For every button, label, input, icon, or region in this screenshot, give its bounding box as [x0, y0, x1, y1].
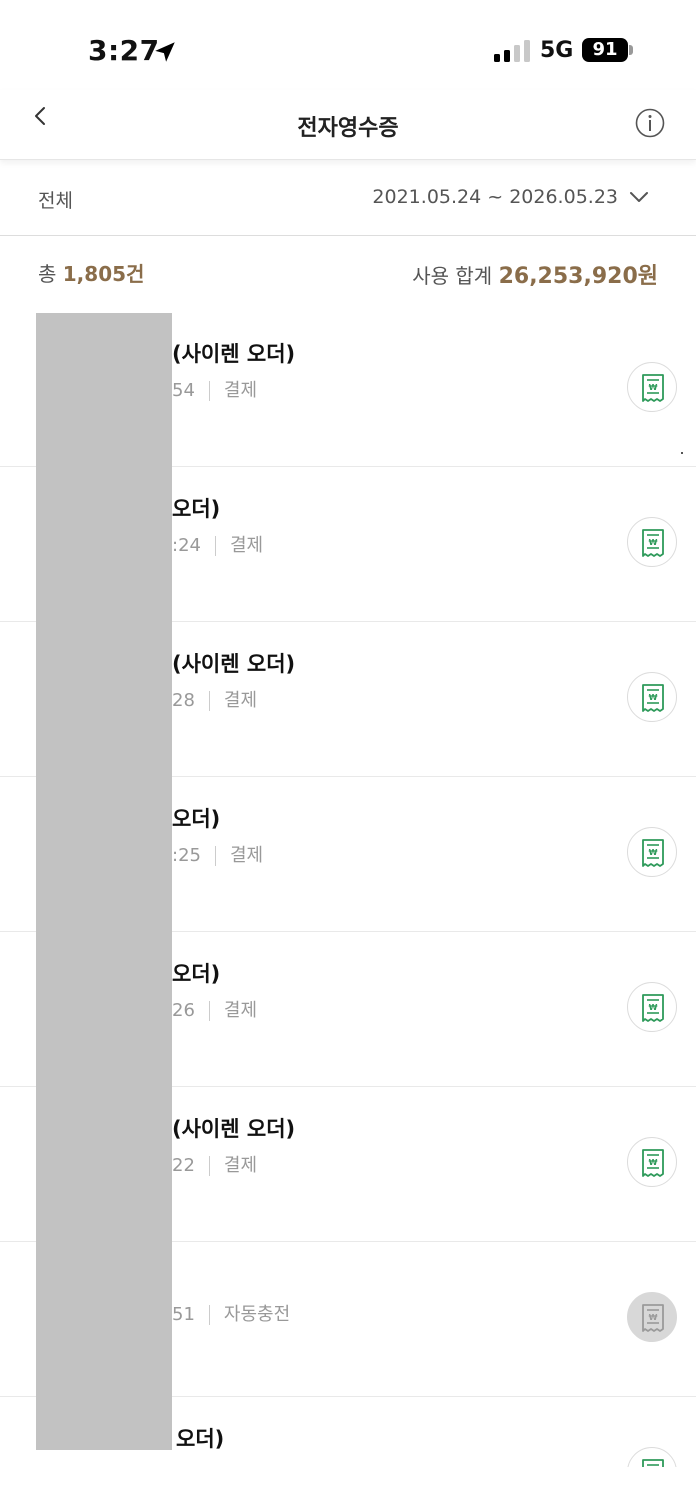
receipt-icon: ₩ — [642, 529, 664, 557]
receipt-type: 결제 — [223, 690, 258, 711]
battery-tip — [629, 45, 633, 55]
meta-divider — [208, 1156, 210, 1176]
meta-divider — [208, 1001, 210, 1021]
receipt-type: 결제 — [229, 535, 264, 556]
receipt-icon: ₩ — [642, 1149, 664, 1177]
receipt-icon: ₩ — [642, 839, 664, 867]
svg-text:₩: ₩ — [649, 693, 658, 702]
receipt-time: :25 — [172, 845, 201, 866]
date-range-selector[interactable]: 2021.05.24 ~ 2026.05.23 — [372, 186, 618, 208]
receipt-time: 28 — [172, 690, 195, 711]
receipt-button[interactable]: ₩ — [627, 362, 677, 412]
info-circle-icon[interactable] — [635, 108, 665, 138]
summary-bar: 총 1,805건 사용 합계 26,253,920원 — [0, 236, 696, 312]
svg-text:₩: ₩ — [649, 1158, 658, 1167]
svg-text:₩: ₩ — [649, 848, 658, 857]
receipt-time: 22 — [172, 1155, 195, 1176]
total-count: 총 1,805건 — [38, 258, 144, 287]
receipt-title: 오더) — [172, 962, 221, 986]
meta-divider — [214, 846, 216, 866]
status-bar: 3:27 5G 91 — [0, 0, 696, 90]
receipt-button[interactable]: ₩ — [627, 982, 677, 1032]
receipt-time: 51 — [172, 1304, 195, 1325]
receipt-meta: :24 결제 — [172, 531, 263, 557]
filter-row[interactable]: 전체 2021.05.24 ~ 2026.05.23 — [0, 160, 696, 236]
battery-icon: 91 — [582, 38, 628, 62]
svg-text:₩: ₩ — [649, 1313, 658, 1322]
receipt-type: 결제 — [229, 845, 264, 866]
svg-text:₩: ₩ — [649, 383, 658, 392]
redaction-block — [36, 313, 172, 1450]
chevron-down-icon[interactable] — [628, 188, 650, 206]
receipt-icon: ₩ — [642, 994, 664, 1022]
receipt-meta: :25 결제 — [172, 841, 263, 867]
total-amount-label: 사용 합계 — [412, 264, 499, 288]
receipt-meta: 22 결제 — [172, 1151, 257, 1177]
receipt-button[interactable]: ₩ — [627, 517, 677, 567]
meta-divider — [208, 1305, 210, 1325]
network-type: 5G — [540, 38, 574, 63]
receipt-icon: ₩ — [642, 684, 664, 712]
svg-text:₩: ₩ — [649, 1003, 658, 1012]
total-count-value: 1,805건 — [62, 262, 145, 286]
receipt-title: 오더) — [172, 807, 221, 831]
page-title: 전자영수증 — [297, 116, 399, 141]
receipt-button-disabled[interactable]: ₩ — [627, 1292, 677, 1342]
receipt-icon: ₩ — [642, 374, 664, 402]
receipt-icon — [642, 1459, 664, 1467]
top-nav-bar: 전자영수증 — [0, 90, 696, 160]
total-amount: 사용 합계 26,253,920원 — [412, 258, 658, 290]
receipt-icon: ₩ — [642, 1304, 664, 1332]
status-time: 3:27 — [88, 34, 160, 67]
receipt-title: (사이렌 오더) — [172, 342, 296, 366]
total-amount-value: 26,253,920원 — [498, 264, 658, 289]
receipt-button[interactable]: ₩ — [627, 1137, 677, 1187]
signal-bars-icon — [494, 40, 530, 62]
total-count-label: 총 — [38, 262, 63, 286]
receipt-meta: 51 자동충전 — [172, 1300, 290, 1326]
receipt-meta: 26 결제 — [172, 996, 257, 1022]
receipt-button[interactable]: ₩ — [627, 827, 677, 877]
scroll-indicator-dot — [681, 452, 683, 454]
location-arrow-icon — [155, 42, 175, 62]
receipt-time: 26 — [172, 1000, 195, 1021]
filter-category[interactable]: 전체 — [38, 186, 73, 213]
receipt-type: 결제 — [223, 380, 258, 401]
receipt-type: 결제 — [223, 1000, 258, 1021]
receipt-meta: 28 결제 — [172, 686, 257, 712]
receipt-time: :24 — [172, 535, 201, 556]
receipt-type: 자동충전 — [223, 1304, 291, 1325]
receipt-meta: 54 결제 — [172, 376, 257, 402]
receipt-button[interactable]: ₩ — [627, 672, 677, 722]
meta-divider — [214, 536, 216, 556]
receipt-title: 오더) — [176, 1427, 225, 1451]
svg-text:₩: ₩ — [649, 538, 658, 547]
receipt-type: 결제 — [223, 1155, 258, 1176]
receipt-title: (사이렌 오더) — [172, 652, 296, 676]
receipt-title: 오더) — [172, 497, 221, 521]
meta-divider — [208, 381, 210, 401]
receipt-title: (사이렌 오더) — [172, 1117, 296, 1141]
receipt-button[interactable] — [627, 1447, 677, 1467]
receipt-time: 54 — [172, 380, 195, 401]
meta-divider — [208, 691, 210, 711]
